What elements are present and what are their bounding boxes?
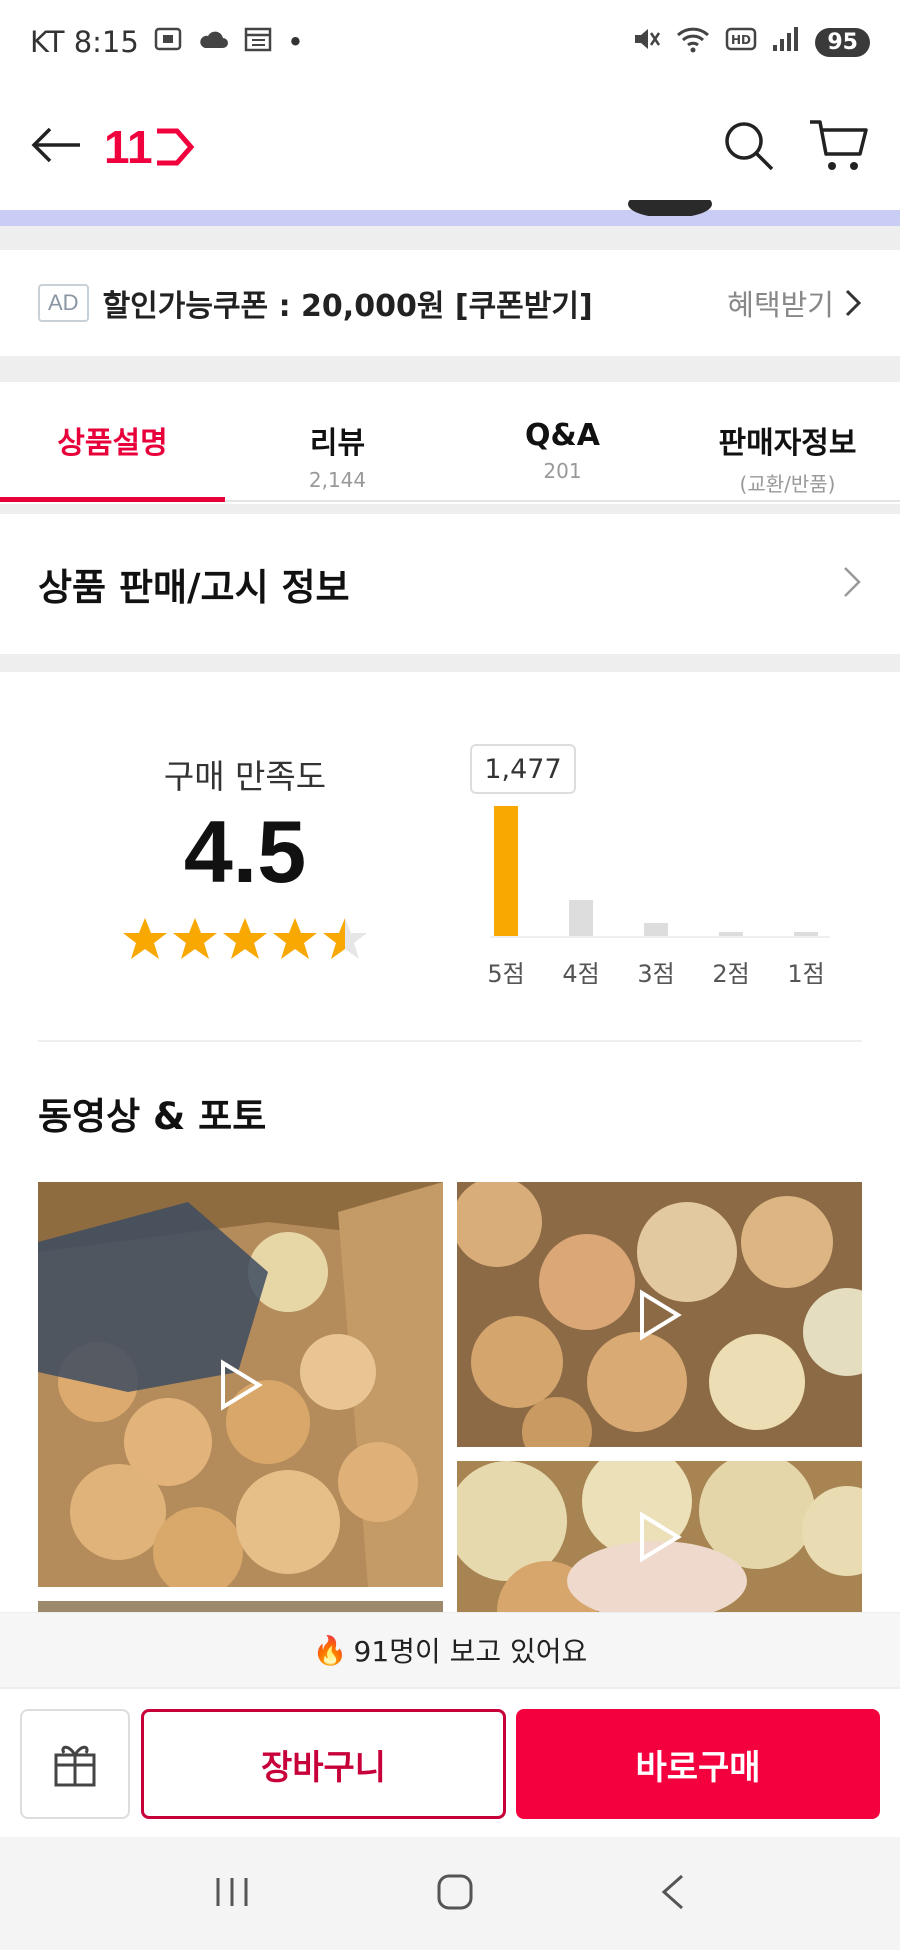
sale-notice-row[interactable]: 상품 판매/고시 정보 (0, 514, 900, 654)
star-rating (110, 916, 380, 962)
product-tabs: 상품설명 리뷰 2,144 Q&A 201 판매자정보 (교환/반품) (0, 382, 900, 502)
recent-apps-icon[interactable] (212, 1874, 252, 1914)
section-gap (0, 654, 900, 672)
gift-icon (54, 1745, 96, 1787)
rating-bar (569, 900, 593, 936)
buy-now-button[interactable]: 바로구매 (516, 1709, 880, 1819)
review-photo-4[interactable] (38, 1601, 443, 1612)
status-left: KT 8:15 • (30, 25, 304, 60)
bottom-action-bar: 장바구니 바로구매 (0, 1687, 900, 1837)
tab-description[interactable]: 상품설명 (0, 382, 225, 502)
rating-bar-label: 3점 (637, 960, 675, 988)
rating-distribution-chart: 1,477 5점 4점 3점 2점 1점 (470, 740, 850, 1000)
header-actions (720, 116, 870, 178)
tab-label: 리뷰 (309, 426, 366, 461)
star-icon (223, 918, 267, 959)
rating-bar-label: 1점 (787, 960, 825, 988)
hd-icon: HD (725, 25, 757, 59)
star-icon (123, 918, 167, 959)
signal-icon (771, 25, 801, 60)
section-gap (0, 226, 900, 250)
cart-icon[interactable] (808, 116, 870, 178)
search-icon[interactable] (720, 117, 776, 177)
play-icon (638, 1510, 682, 1563)
screenshot-icon (153, 25, 183, 60)
eleven-street-logo[interactable]: 11 (104, 120, 195, 174)
status-bar: KT 8:15 • HD 95 (0, 0, 900, 84)
tab-reviews[interactable]: 리뷰 2,144 (225, 382, 450, 500)
rating-bar-label: 2점 (712, 960, 750, 988)
rating-bar (494, 806, 518, 936)
rating-summary: 구매 만족도 4.5 (110, 750, 380, 962)
tab-label: Q&A (525, 418, 600, 453)
svg-text:HD: HD (731, 33, 751, 47)
review-video-2[interactable] (457, 1182, 862, 1447)
star-icon (173, 918, 217, 959)
top-count-tooltip: 1,477 (470, 744, 576, 794)
system-nav-bar (0, 1837, 900, 1950)
back-nav-icon[interactable] (658, 1872, 688, 1916)
rating-bar (794, 932, 818, 936)
star-icon (273, 918, 317, 959)
review-video-1[interactable] (38, 1182, 443, 1587)
divider (38, 1040, 862, 1042)
media-section-title: 동영상 & 포토 (38, 1095, 267, 1138)
rating-bar (644, 923, 668, 936)
tab-qna[interactable]: Q&A 201 (450, 382, 675, 500)
mute-icon (631, 24, 661, 61)
qna-count: 201 (543, 459, 582, 483)
rating-bar-label: 4점 (562, 960, 600, 988)
logo-arrow-icon (156, 128, 194, 166)
tab-label: 상품설명 (57, 426, 168, 461)
coupon-ad-row[interactable]: AD 할인가능쿠폰 : 20,000원 [쿠폰받기] 혜택받기 (0, 250, 900, 356)
rating-score: 4.5 (183, 802, 307, 901)
star-icon (323, 918, 367, 959)
notification-dot: • (286, 25, 304, 59)
chevron-right-icon (842, 565, 862, 603)
battery-level: 95 (815, 27, 870, 57)
ad-badge: AD (38, 284, 89, 322)
viewer-count-banner: 🔥 91명이 보고 있어요 (0, 1612, 900, 1687)
carrier-time: KT 8:15 (30, 25, 139, 59)
home-icon[interactable] (435, 1872, 475, 1916)
app-header: 11 (0, 84, 900, 210)
section-gap (0, 356, 900, 382)
add-to-cart-button[interactable]: 장바구니 (141, 1709, 506, 1819)
chart-baseline (490, 936, 830, 938)
cloud-icon (197, 25, 229, 59)
tab-seller-info[interactable]: 판매자정보 (교환/반품) (675, 382, 900, 500)
tab-label: 판매자정보 (718, 426, 857, 461)
product-image-bottom-strip (0, 200, 900, 226)
gift-button[interactable] (20, 1709, 130, 1819)
get-benefit-link[interactable]: 혜택받기 (727, 282, 862, 324)
photo-thumbnail (38, 1601, 443, 1612)
review-count: 2,144 (308, 468, 367, 492)
logo-text: 11 (104, 121, 153, 173)
rating-bar (719, 932, 743, 936)
benefit-label: 혜택받기 (727, 288, 834, 322)
play-icon (638, 1288, 682, 1341)
viewer-count-text: 91명이 보고 있어요 (353, 1635, 588, 1668)
exchange-return-sub: (교환/반품) (739, 472, 836, 496)
sale-notice-title: 상품 판매/고시 정보 (38, 566, 350, 609)
coupon-text[interactable]: 할인가능쿠폰 : 20,000원 [쿠폰받기] (103, 281, 593, 325)
chevron-right-icon (845, 289, 862, 317)
wifi-icon (675, 24, 711, 61)
fire-icon: 🔥 (312, 1633, 348, 1667)
calendar-icon (243, 25, 273, 60)
review-video-3[interactable] (457, 1461, 862, 1612)
rating-label: 구매 만족도 (163, 757, 327, 796)
play-icon (219, 1358, 263, 1411)
section-gap (0, 504, 900, 514)
back-arrow-icon[interactable] (30, 125, 84, 169)
status-right: HD 95 (631, 24, 870, 61)
rating-bar-label: 5점 (487, 960, 525, 988)
